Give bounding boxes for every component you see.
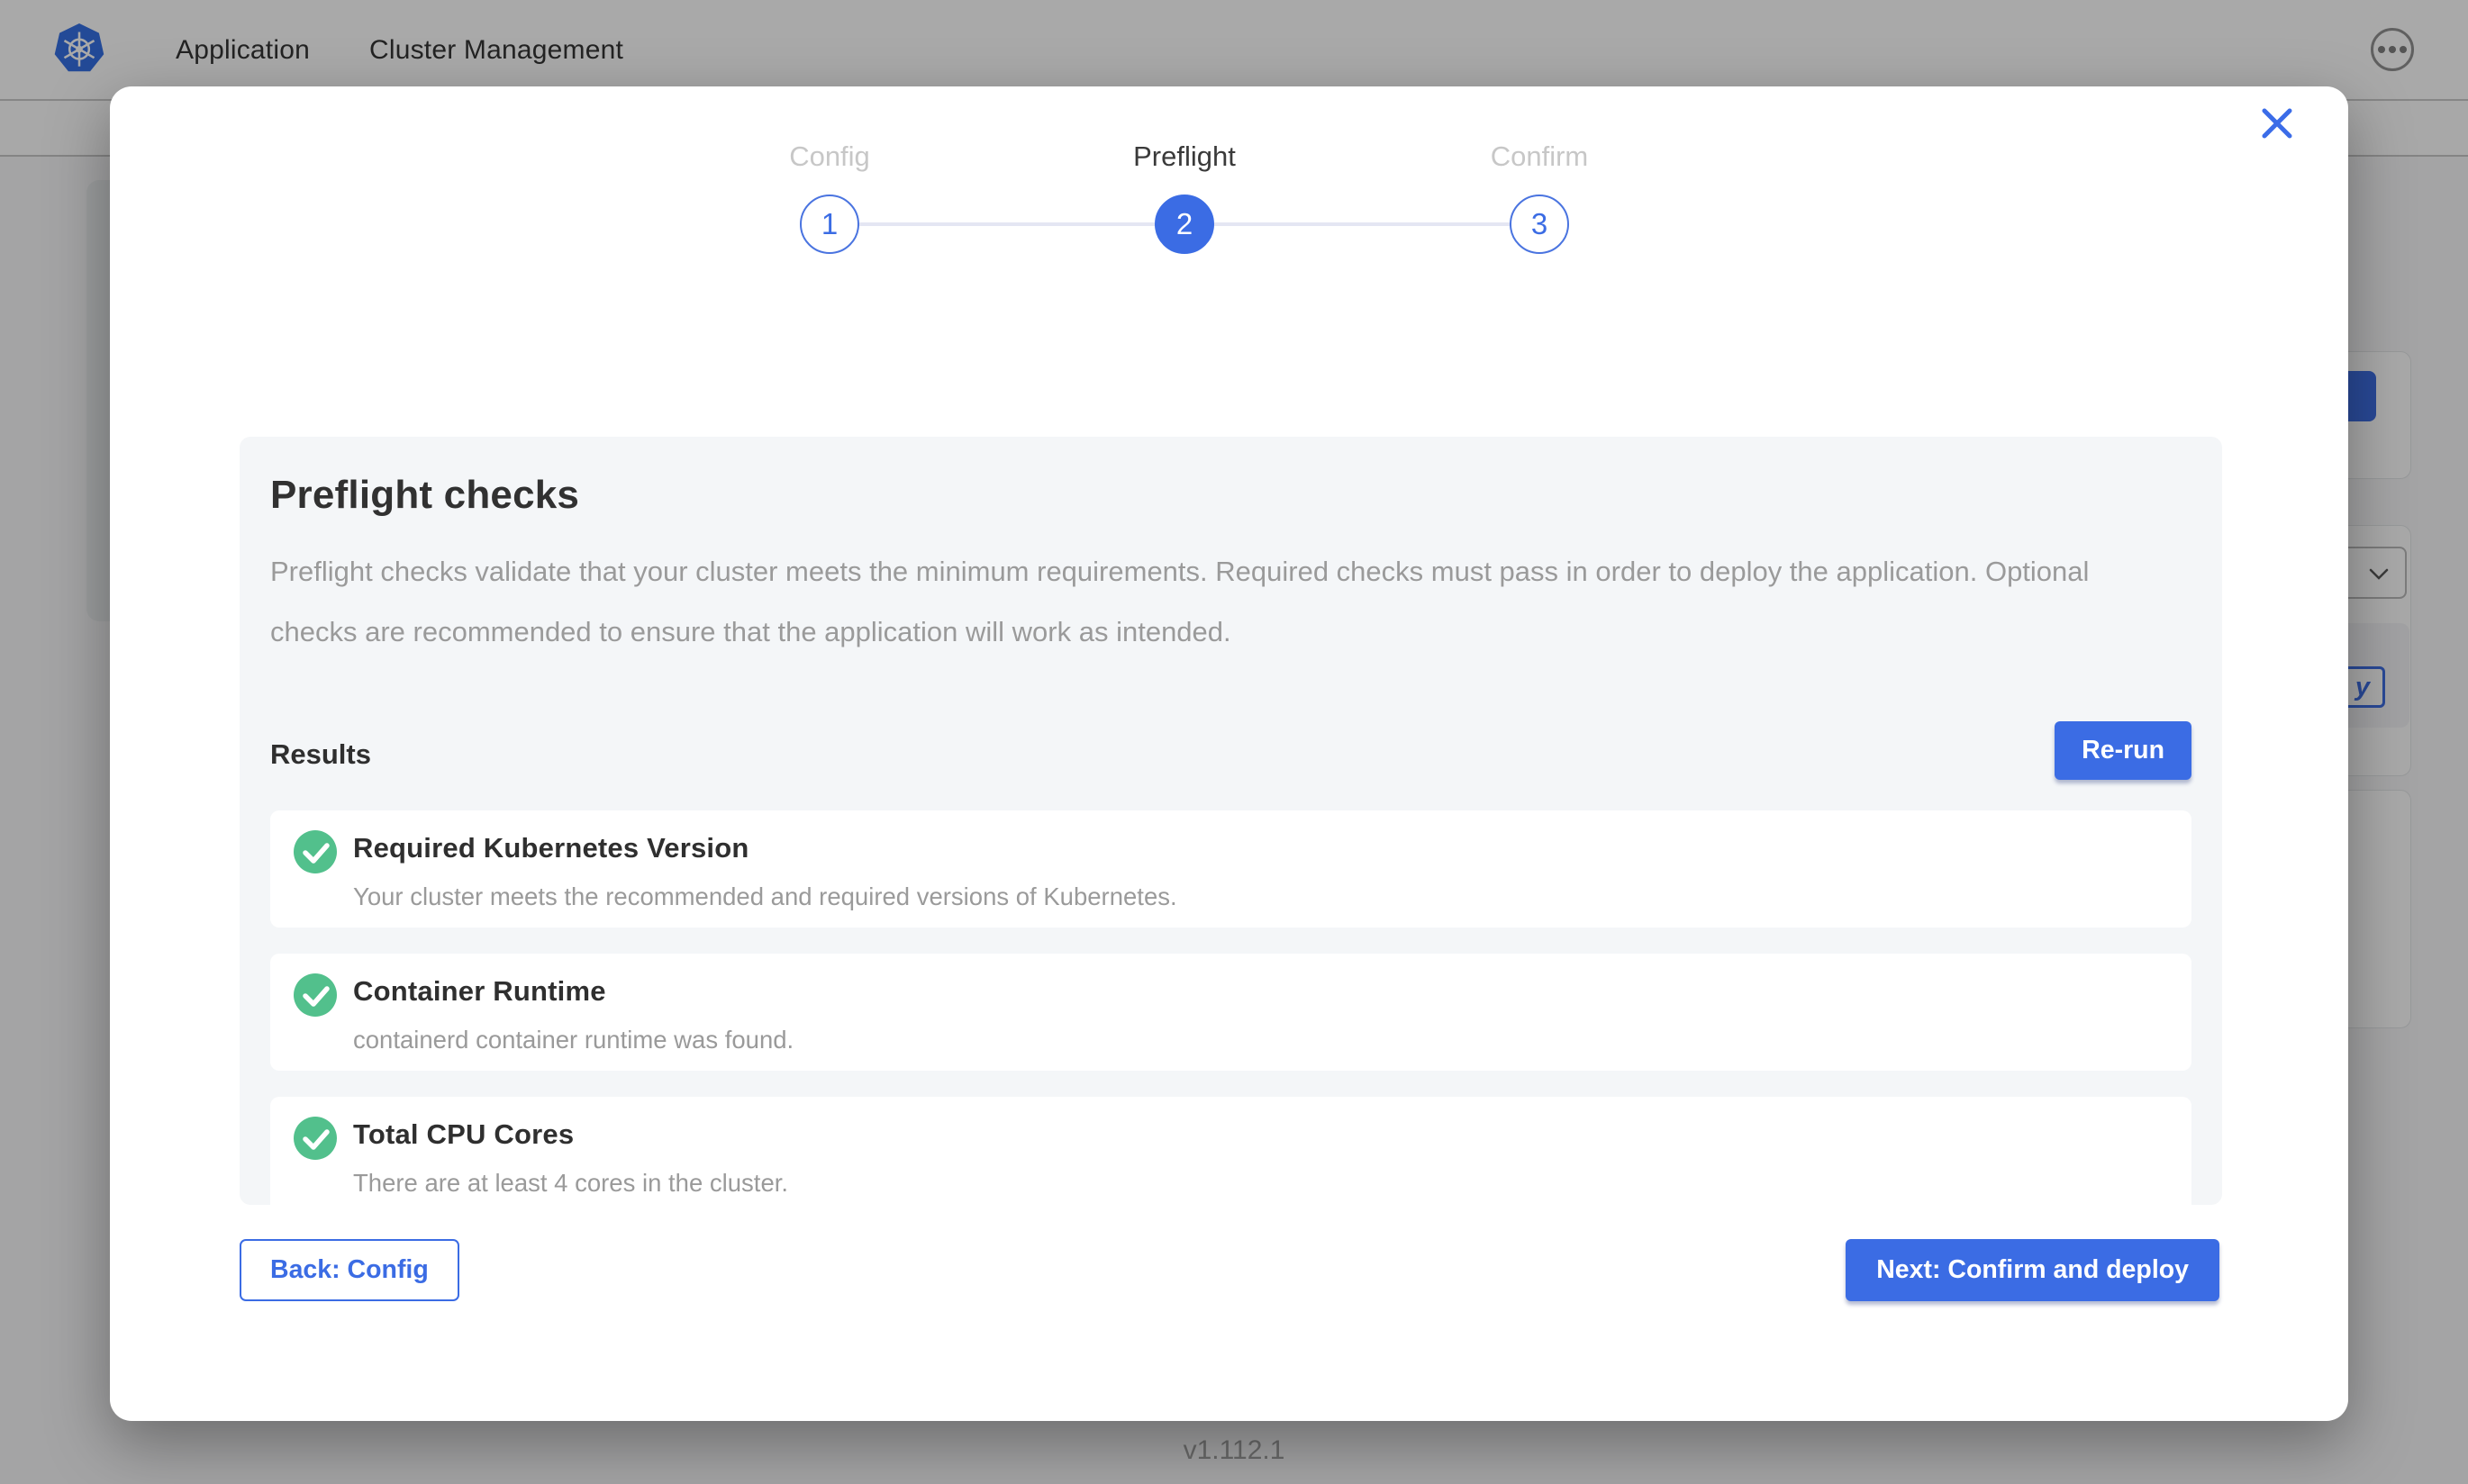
next-confirm-deploy-button[interactable]: Next: Confirm and deploy bbox=[1846, 1239, 2219, 1301]
close-icon bbox=[2259, 131, 2295, 144]
close-button[interactable] bbox=[2257, 104, 2297, 144]
step-config[interactable]: Config 1 bbox=[739, 140, 920, 254]
page-title: Preflight checks bbox=[270, 473, 2191, 518]
modal-footer: Back: Config Next: Confirm and deploy bbox=[240, 1239, 2219, 1301]
step-circle[interactable]: 2 bbox=[1155, 195, 1214, 254]
check-text: Total CPU Cores There are at least 4 cor… bbox=[353, 1117, 788, 1198]
rerun-button[interactable]: Re-run bbox=[2055, 721, 2191, 780]
step-confirm[interactable]: Confirm 3 bbox=[1449, 140, 1629, 254]
check-result-row: Required Kubernetes Version Your cluster… bbox=[270, 810, 2191, 928]
step-label: Config bbox=[739, 140, 920, 176]
check-circle-icon bbox=[294, 973, 337, 1017]
check-circle-icon bbox=[294, 1117, 337, 1160]
preflight-modal: Config 1 Preflight 2 Confirm 3 Preflight… bbox=[110, 86, 2348, 1421]
check-text: Required Kubernetes Version Your cluster… bbox=[353, 830, 1177, 911]
step-label: Confirm bbox=[1449, 140, 1629, 176]
check-result-row: Total CPU Cores There are at least 4 cor… bbox=[270, 1097, 2191, 1214]
wizard-stepper: Config 1 Preflight 2 Confirm 3 bbox=[739, 140, 1629, 294]
back-config-button[interactable]: Back: Config bbox=[240, 1239, 459, 1301]
check-description: Your cluster meets the recommended and r… bbox=[353, 882, 1177, 911]
check-title: Required Kubernetes Version bbox=[353, 830, 1177, 866]
results-header-row: Results Re-run bbox=[270, 721, 2191, 780]
results-label: Results bbox=[270, 738, 371, 780]
check-circle-icon bbox=[294, 830, 337, 873]
step-preflight[interactable]: Preflight 2 bbox=[1094, 140, 1275, 254]
check-result-row: Container Runtime containerd container r… bbox=[270, 954, 2191, 1071]
step-circle[interactable]: 1 bbox=[800, 195, 859, 254]
preflight-panel: Preflight checks Preflight checks valida… bbox=[240, 437, 2222, 1205]
check-text: Container Runtime containerd container r… bbox=[353, 973, 794, 1054]
step-label: Preflight bbox=[1094, 140, 1275, 176]
check-title: Container Runtime bbox=[353, 973, 794, 1009]
check-title: Total CPU Cores bbox=[353, 1117, 788, 1153]
check-description: containerd container runtime was found. bbox=[353, 1026, 794, 1054]
check-results-list: Required Kubernetes Version Your cluster… bbox=[270, 810, 2191, 1214]
step-circle[interactable]: 3 bbox=[1510, 195, 1569, 254]
check-description: There are at least 4 cores in the cluste… bbox=[353, 1169, 788, 1198]
preflight-description: Preflight checks validate that your clus… bbox=[270, 541, 2144, 662]
